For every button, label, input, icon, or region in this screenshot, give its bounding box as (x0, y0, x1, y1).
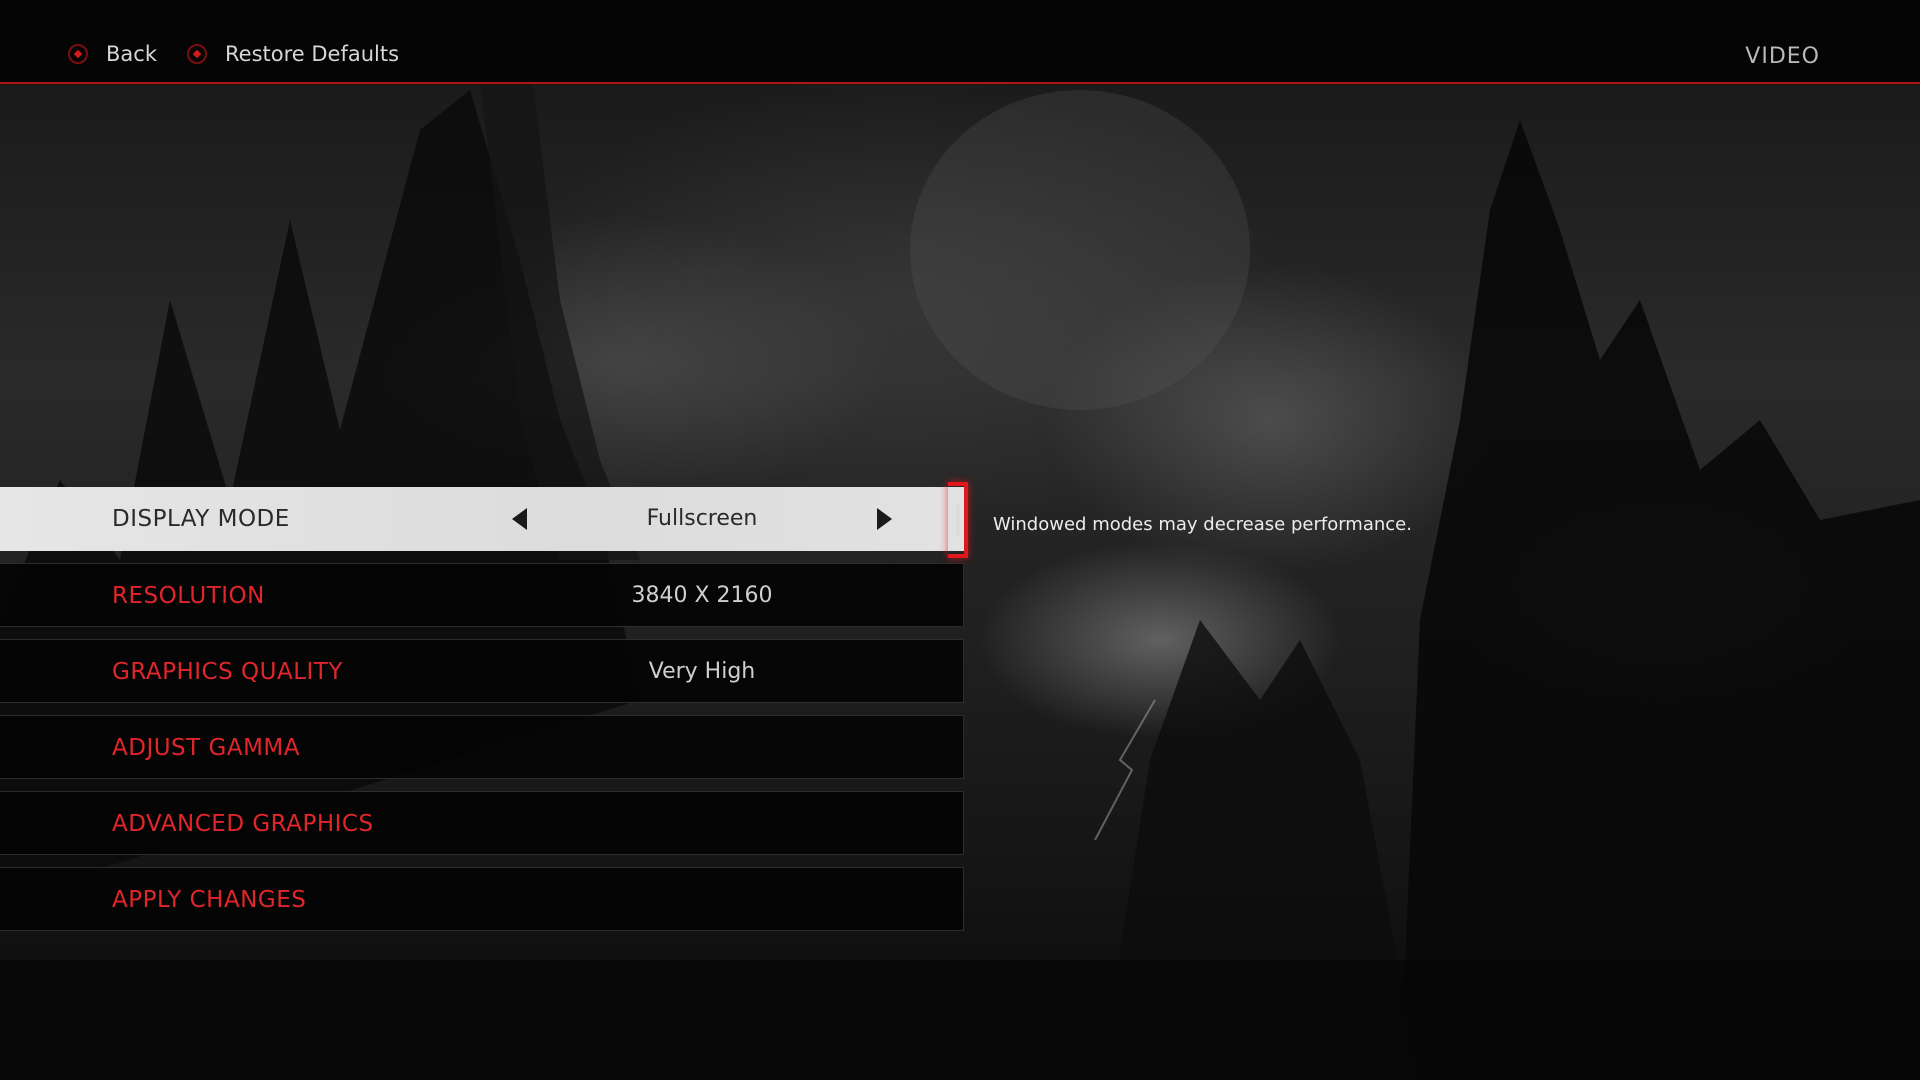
menu-item-advanced-graphics[interactable]: ADVANCED GRAPHICS (0, 791, 964, 855)
menu-item-label: GRAPHICS QUALITY (112, 659, 343, 685)
top-bar: Back Restore Defaults VIDEO (0, 0, 1920, 84)
screen-title: VIDEO (1745, 44, 1820, 69)
restore-defaults-label: Restore Defaults (225, 42, 400, 66)
back-button[interactable]: Back (68, 42, 157, 66)
menu-item-label: APPLY CHANGES (112, 887, 307, 913)
menu-item-resolution[interactable]: RESOLUTION 3840 X 2160 (0, 563, 964, 627)
right-rock-cliffs (1400, 120, 1920, 1080)
menu-item-graphics-quality[interactable]: GRAPHICS QUALITY Very High (0, 639, 964, 703)
menu-item-value: Very High (648, 659, 756, 684)
menu-item-label: RESOLUTION (112, 583, 265, 609)
menu-item-adjust-gamma[interactable]: ADJUST GAMMA (0, 715, 964, 779)
menu-item-label: DISPLAY MODE (112, 506, 290, 532)
moon-shape (910, 90, 1250, 410)
b-button-icon (187, 44, 207, 64)
menu-item-value: Fullscreen (646, 506, 758, 531)
right-arrow-icon[interactable] (877, 508, 892, 530)
video-settings-screen: Back Restore Defaults VIDEO DISPLAY MODE… (0, 0, 1920, 1080)
settings-menu: DISPLAY MODE Fullscreen RESOLUTION 3840 … (0, 487, 964, 943)
setting-description: Windowed modes may decrease performance. (993, 514, 1412, 535)
back-label: Back (106, 42, 157, 66)
menu-item-value: 3840 X 2160 (631, 583, 773, 608)
menu-item-label: ADVANCED GRAPHICS (112, 811, 374, 837)
b-button-icon (68, 44, 88, 64)
menu-item-display-mode[interactable]: DISPLAY MODE Fullscreen (0, 487, 964, 551)
menu-item-label: ADJUST GAMMA (112, 735, 301, 761)
restore-defaults-button[interactable]: Restore Defaults (187, 42, 399, 66)
ground-shadow (0, 960, 1920, 1080)
selection-bracket (948, 482, 968, 558)
menu-item-apply-changes[interactable]: APPLY CHANGES (0, 867, 964, 931)
